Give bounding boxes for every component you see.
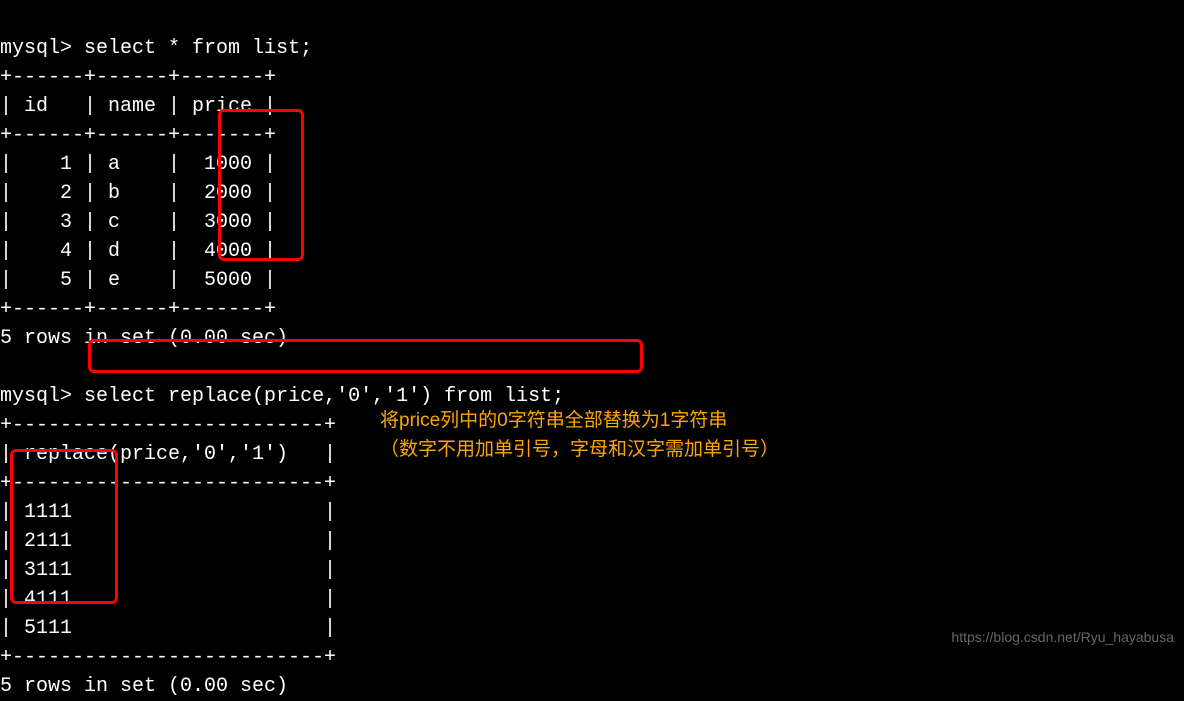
table2-row: | 1111 | bbox=[0, 501, 336, 524]
result-2: 5 rows in set (0.00 sec) bbox=[0, 675, 288, 698]
query-2: select replace(price,'0','1') from list; bbox=[84, 385, 564, 408]
table1-row: | 5 | e | 5000 | bbox=[0, 269, 276, 292]
query-1: select * from list; bbox=[84, 37, 312, 60]
table2-row: | 3111 | bbox=[0, 559, 336, 582]
table2-border: +--------------------------+ bbox=[0, 414, 336, 437]
annotation-line-2: （数字不用加单引号，字母和汉字需加单引号） bbox=[380, 436, 779, 465]
table1-header: | id | name | price | bbox=[0, 95, 276, 118]
table1-border: +------+------+-------+ bbox=[0, 124, 276, 147]
prompt: mysql> bbox=[0, 37, 72, 60]
table2-row: | 2111 | bbox=[0, 530, 336, 553]
table2-row: | 5111 | bbox=[0, 617, 336, 640]
table2-border: +--------------------------+ bbox=[0, 472, 336, 495]
table2-header: | replace(price,'0','1') | bbox=[0, 443, 336, 466]
table1-border: +------+------+-------+ bbox=[0, 298, 276, 321]
result-1: 5 rows in set (0.00 sec) bbox=[0, 327, 288, 350]
table2-border: +--------------------------+ bbox=[0, 646, 336, 669]
watermark: https://blog.csdn.net/Ryu_hayabusa bbox=[951, 627, 1174, 647]
table1-row: | 1 | a | 1000 | bbox=[0, 153, 276, 176]
annotation-text: 将price列中的0字符串全部替换为1字符串 （数字不用加单引号，字母和汉字需加… bbox=[380, 407, 779, 464]
table1-border: +------+------+-------+ bbox=[0, 66, 276, 89]
table1-row: | 3 | c | 3000 | bbox=[0, 211, 276, 234]
table1-row: | 4 | d | 4000 | bbox=[0, 240, 276, 263]
prompt: mysql> bbox=[0, 385, 72, 408]
table1-row: | 2 | b | 2000 | bbox=[0, 182, 276, 205]
annotation-line-1: 将price列中的0字符串全部替换为1字符串 bbox=[380, 407, 779, 436]
terminal-output: mysql> select * from list; +------+-----… bbox=[0, 5, 1184, 701]
table2-row: | 4111 | bbox=[0, 588, 336, 611]
